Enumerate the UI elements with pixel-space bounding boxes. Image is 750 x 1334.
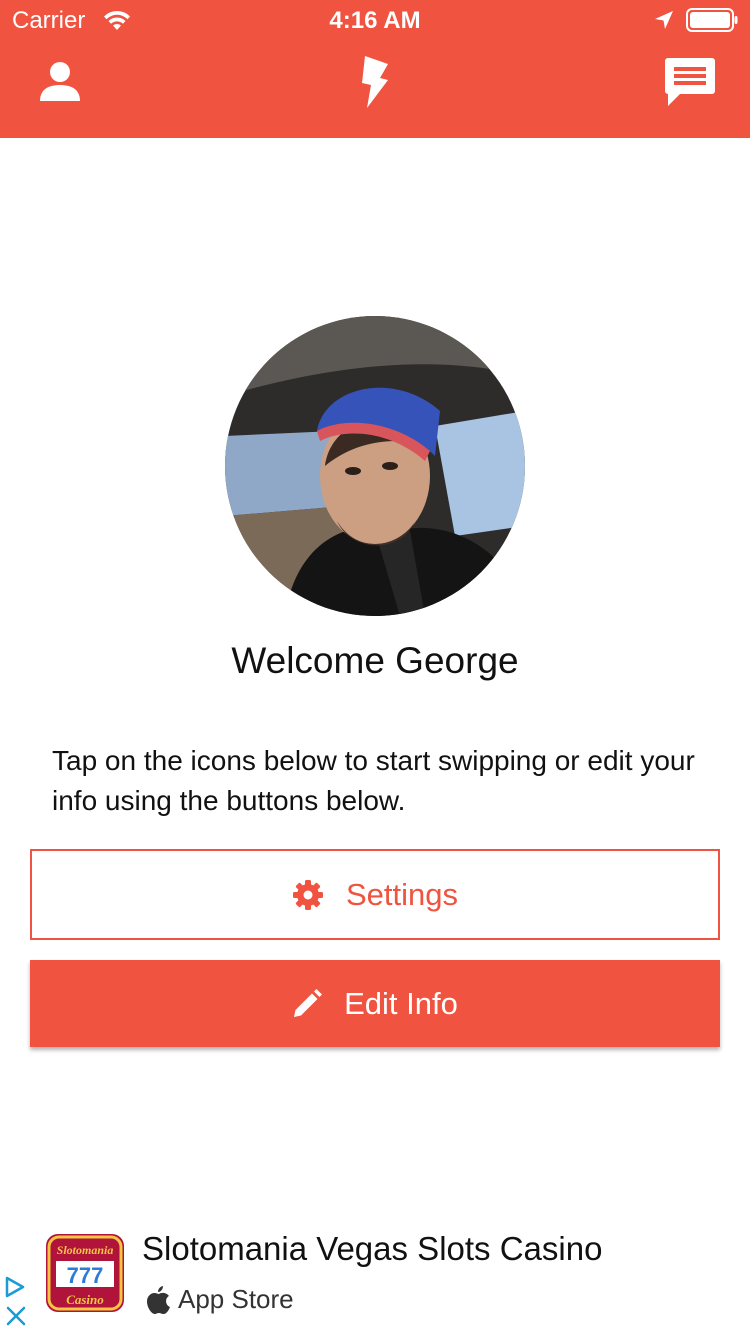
edit-info-label: Edit Info (344, 985, 458, 1021)
ad-banner[interactable]: Slotomania 777 Casino Slotomania Vegas S… (0, 1216, 750, 1334)
profile-icon (40, 62, 80, 101)
ad-icon-brand-text: Slotomania (57, 1243, 114, 1257)
close-icon[interactable] (6, 1306, 26, 1326)
ad-app-icon[interactable]: Slotomania 777 Casino (46, 1234, 124, 1312)
app-header: Carrier 4:16 AM (0, 0, 750, 138)
settings-button[interactable]: Settings (30, 849, 720, 940)
ad-icon-777-text: 777 (67, 1263, 104, 1288)
nav-messages-button[interactable] (654, 50, 726, 114)
chat-icon (665, 58, 715, 106)
gear-icon (292, 879, 323, 910)
pencil-icon (294, 988, 323, 1017)
adchoices-icon[interactable] (4, 1276, 26, 1298)
edit-info-button[interactable]: Edit Info (30, 960, 720, 1047)
battery-icon (686, 8, 738, 32)
welcome-heading: Welcome George (231, 640, 519, 681)
lightning-icon (362, 56, 388, 108)
instructions-text: Tap on the icons below to start swipping… (52, 745, 695, 816)
ad-icon-casino-text: Casino (66, 1292, 104, 1307)
location-arrow-icon (655, 11, 673, 29)
nav-swipe-button[interactable] (339, 50, 411, 114)
ad-store-label: App Store (178, 1284, 294, 1314)
status-time: 4:16 AM (329, 7, 421, 34)
ad-title[interactable]: Slotomania Vegas Slots Casino (142, 1230, 602, 1268)
nav-profile-button[interactable] (24, 50, 96, 114)
apple-icon (147, 1285, 170, 1314)
profile-avatar (225, 316, 525, 616)
ad-store-badge[interactable]: App Store (146, 1284, 294, 1315)
status-bar: Carrier 4:16 AM (0, 0, 750, 40)
settings-label: Settings (345, 876, 458, 912)
